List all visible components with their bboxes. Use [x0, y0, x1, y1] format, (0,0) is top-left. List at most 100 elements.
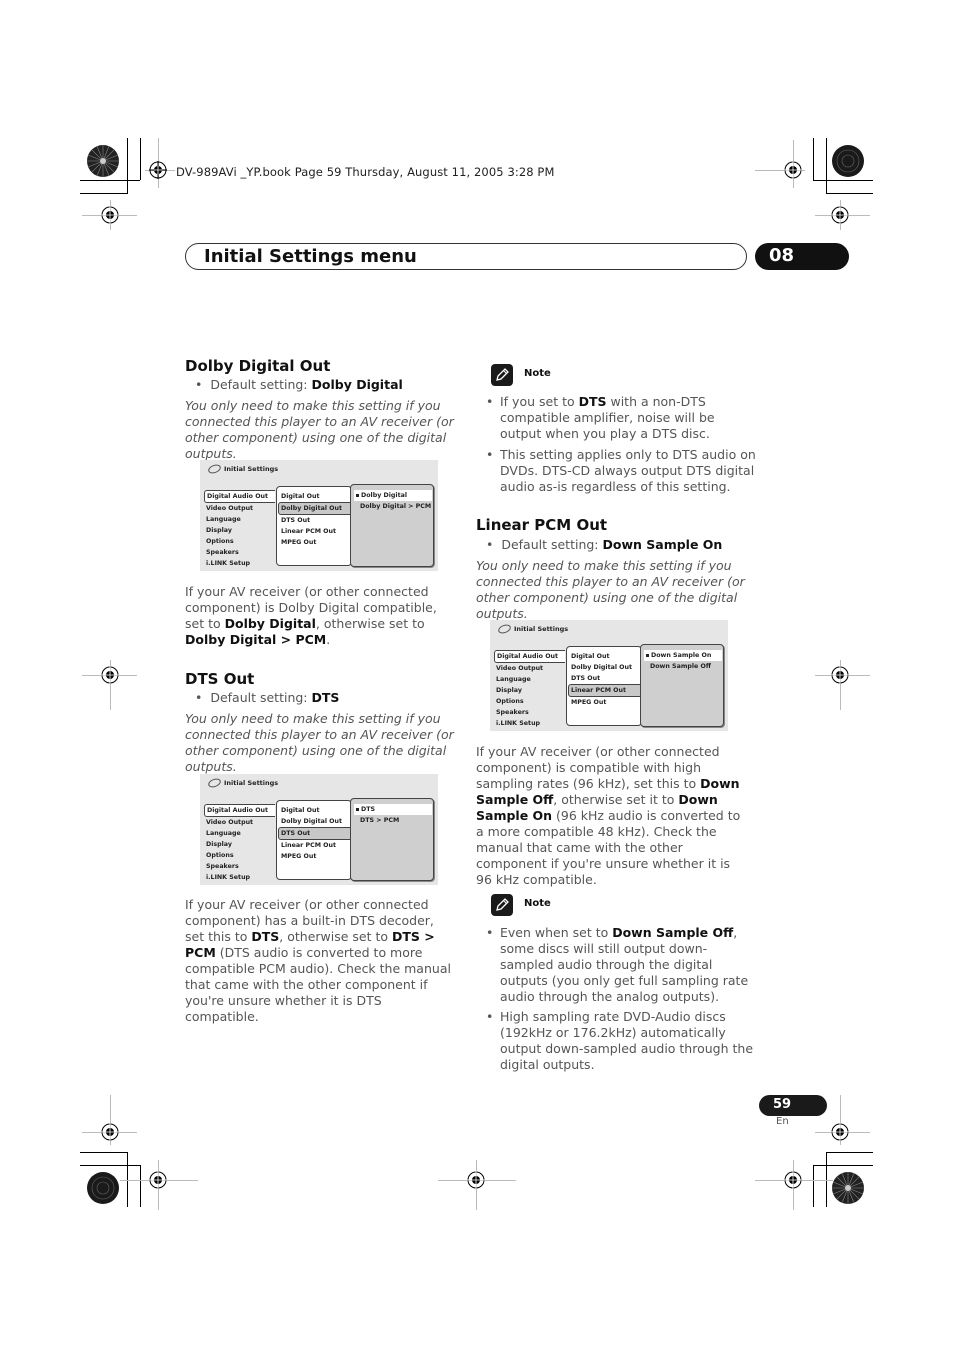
section-heading-lpcm: Linear PCM Out	[476, 516, 608, 534]
chapter-number: 08	[769, 245, 795, 266]
osd-option: Dolby Digital	[354, 490, 432, 501]
note2-item: Even when set to Down Sample Off, some d…	[486, 925, 758, 1005]
osd-main-item: Digital Audio Out	[204, 490, 275, 503]
registration-mark-icon	[149, 1171, 167, 1189]
osd-sub-item: Dolby Digital Out	[278, 502, 354, 515]
osd-submenu-panel: Digital Out Dolby Digital Out DTS Out Linea…	[276, 800, 354, 880]
osd-option: Down Sample On	[644, 650, 722, 661]
osd-sub-item: Dolby Digital Out	[281, 818, 343, 825]
default-prefix: Default setting:	[210, 690, 312, 705]
default-value: Down Sample On	[602, 537, 723, 552]
section-heading-dts: DTS Out	[185, 670, 255, 688]
pencil-note-icon	[491, 894, 513, 916]
osd-options-panel: Down Sample On Down Sample Off	[640, 644, 724, 727]
note-label: Note	[524, 898, 551, 909]
osd-sub-item: Linear PCM Out	[568, 684, 644, 697]
intro-dolby: You only need to make this setting if yo…	[185, 398, 454, 461]
default-prefix: Default setting:	[501, 537, 603, 552]
osd-sub-item: DTS Out	[281, 517, 311, 524]
disc-icon	[497, 623, 512, 635]
osd-sub-item: MPEG Out	[281, 853, 317, 860]
body-dolby: If your AV receiver (or other connected …	[185, 584, 437, 647]
osd-sub-item: DTS Out	[278, 827, 354, 840]
osd-main-item: Language	[206, 516, 241, 523]
default-setting-dolby: • Default setting: Dolby Digital	[195, 377, 403, 392]
osd-main-menu: Digital Audio Out Video Output Language Dis…	[204, 490, 275, 569]
osd-option: DTS	[354, 804, 432, 815]
running-header: DV-989AVi _YP.book Page 59 Thursday, Aug…	[176, 165, 555, 179]
osd-option: DTS > PCM	[360, 817, 400, 824]
note1-item: If you set to DTS with a non-DTS compati…	[486, 394, 758, 442]
selected-marker-icon	[356, 493, 359, 497]
osd-main-item: i.LINK Setup	[206, 874, 251, 881]
osd-sub-item: Linear PCM Out	[281, 842, 337, 849]
color-bar-mark-icon	[831, 1171, 865, 1205]
osd-main-item: Language	[496, 676, 531, 683]
osd-title: Initial Settings	[207, 463, 278, 475]
osd-main-item: Video Output	[206, 505, 254, 512]
osd-sub-item: MPEG Out	[571, 699, 607, 706]
osd-sub-item: MPEG Out	[281, 539, 317, 546]
registration-mark-icon	[831, 666, 849, 684]
osd-main-menu: Digital Audio Out Video Output Language Dis…	[494, 650, 565, 729]
osd-main-item: Digital Audio Out	[204, 804, 275, 817]
osd-submenu: Digital Out Dolby Digital Out DTS Out Linea…	[278, 491, 354, 548]
osd-sub-item: Digital Out	[281, 807, 320, 814]
osd-main-item: Speakers	[206, 549, 239, 556]
osd-main-item: i.LINK Setup	[206, 560, 251, 567]
osd-main-item: Display	[206, 527, 232, 534]
osd-title: Initial Settings	[207, 777, 278, 789]
osd-main-item: Speakers	[496, 709, 529, 716]
note2-item: High sampling rate DVD-Audio discs (192k…	[486, 1009, 758, 1073]
osd-sub-item: Digital Out	[571, 653, 610, 660]
default-setting-dts: • Default setting: DTS	[195, 690, 340, 705]
osd-sub-item: Dolby Digital Out	[571, 664, 633, 671]
default-value: Dolby Digital	[311, 377, 403, 392]
osd-submenu-panel: Digital Out Dolby Digital Out DTS Out Linea…	[276, 486, 354, 566]
osd-screenshot-dts: Initial Settings Digital Audio Out Video O…	[200, 774, 438, 885]
registration-mark-icon	[101, 1123, 119, 1141]
intro-lpcm: You only need to make this setting if yo…	[476, 558, 745, 621]
osd-submenu-panel: Digital Out Dolby Digital Out DTS Out Linea…	[566, 646, 644, 726]
page-number-badge: 59	[759, 1095, 827, 1116]
default-prefix: Default setting:	[210, 377, 312, 392]
color-bar-mark-icon	[86, 1171, 120, 1205]
osd-main-item: Video Output	[206, 819, 254, 826]
osd-main-item: Video Output	[496, 665, 544, 672]
osd-main-item: Options	[206, 852, 234, 859]
osd-option: Dolby Digital > PCM	[360, 503, 432, 510]
osd-options-panel: DTS DTS > PCM	[350, 798, 434, 881]
osd-sub-item: DTS Out	[571, 675, 601, 682]
page-number: 59	[773, 1097, 792, 1112]
registration-mark-icon	[831, 1123, 849, 1141]
default-setting-lpcm: • Default setting: Down Sample On	[486, 537, 723, 552]
default-value: DTS	[311, 690, 340, 705]
osd-sub-item: Digital Out	[281, 493, 320, 500]
registration-mark-icon	[101, 666, 119, 684]
osd-options: Dolby Digital Dolby Digital > PCM	[354, 490, 432, 512]
osd-submenu: Digital Out Dolby Digital Out DTS Out Linea…	[568, 651, 644, 708]
osd-options-panel: Dolby Digital Dolby Digital > PCM	[350, 484, 434, 567]
language-code: En	[776, 1116, 789, 1127]
registration-mark-icon	[831, 206, 849, 224]
osd-main-item: Options	[206, 538, 234, 545]
chapter-title-bar: Initial Settings menu	[185, 243, 747, 270]
osd-sub-item: Linear PCM Out	[281, 528, 337, 535]
selected-marker-icon	[646, 653, 649, 657]
disc-icon	[207, 463, 222, 475]
registration-mark-icon	[467, 1171, 485, 1189]
osd-screenshot-dolby: Initial Settings Digital Audio Out Video O…	[200, 460, 438, 571]
osd-main-item: Digital Audio Out	[494, 650, 565, 663]
chapter-number-badge: 08	[755, 243, 849, 270]
note-label: Note	[524, 368, 551, 379]
osd-main-menu: Digital Audio Out Video Output Language Dis…	[204, 804, 275, 883]
registration-mark-icon	[101, 206, 119, 224]
registration-mark-icon	[784, 1171, 802, 1189]
pencil-note-icon	[491, 364, 513, 386]
osd-title: Initial Settings	[497, 623, 568, 635]
osd-submenu: Digital Out Dolby Digital Out DTS Out Linea…	[278, 805, 354, 862]
color-bar-mark-icon	[831, 144, 865, 178]
body-dts: If your AV receiver (or other connected …	[185, 897, 451, 1024]
color-bar-mark-icon	[86, 144, 120, 178]
osd-main-item: Language	[206, 830, 241, 837]
